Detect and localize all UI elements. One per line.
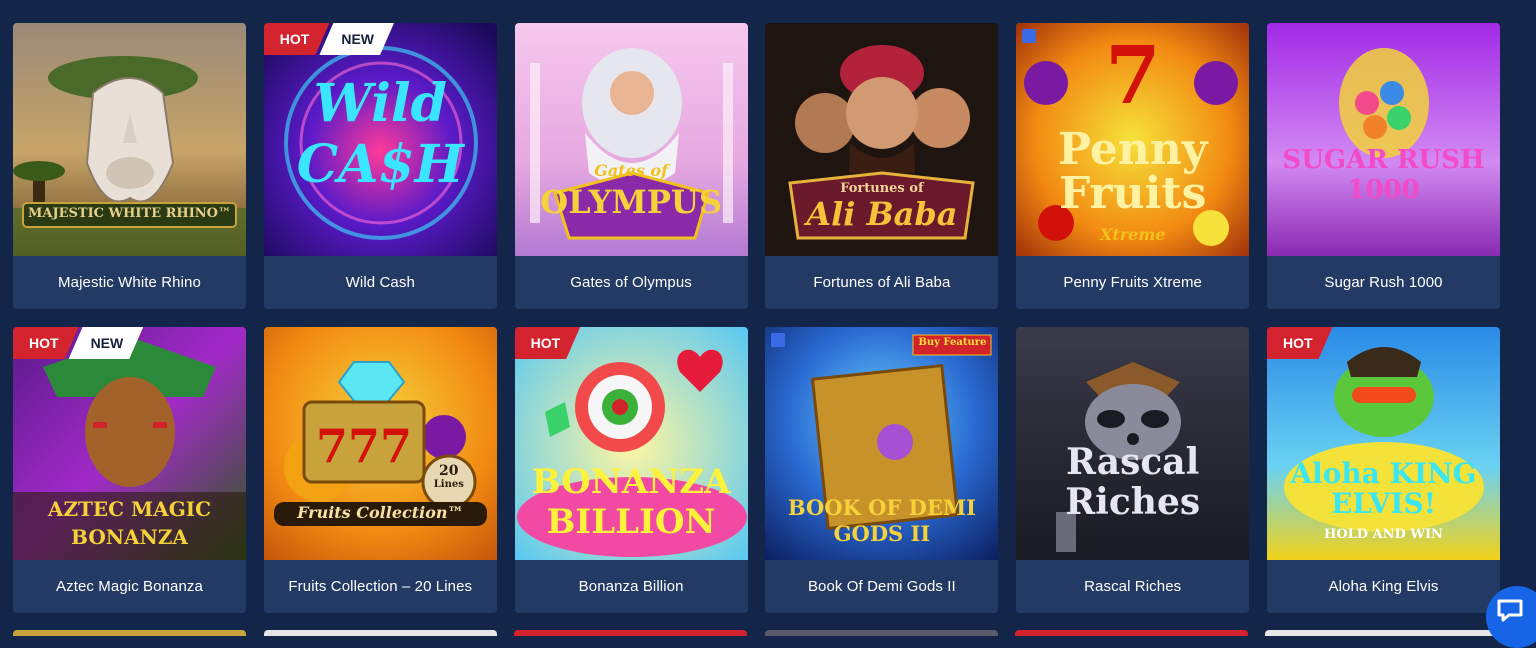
game-card[interactable]: HOT NEW AZTEC MAGIC BONANZA Aztec Magic … xyxy=(13,327,246,613)
game-card[interactable]: HOT Aloha KING ELVIS! HOLD AND WIN Aloha… xyxy=(1266,327,1500,613)
game-logo: MAJESTIC WHITE RHINO™ xyxy=(28,206,231,221)
game-title[interactable]: Fortunes of Ali Baba xyxy=(765,256,998,309)
rhino-art xyxy=(13,23,246,256)
chat-bubble-icon xyxy=(1497,599,1523,622)
game-logo-sub: HOLD AND WIN xyxy=(1324,527,1443,542)
game-thumbnail[interactable]: MAJESTIC WHITE RHINO™ xyxy=(13,23,246,256)
game-thumbnail[interactable]: Rascal Riches xyxy=(1016,327,1250,560)
badge-group: HOT NEW xyxy=(13,327,143,359)
next-row-card-strip[interactable] xyxy=(1015,630,1248,636)
next-row-card-strip[interactable] xyxy=(13,630,246,636)
game-thumbnail[interactable]: Wild CA$H xyxy=(263,23,497,256)
game-thumbnail[interactable]: SUGAR RUSH 1000 xyxy=(1266,23,1500,256)
badge-group: HOT xyxy=(515,327,581,359)
game-card[interactable]: MAJESTIC WHITE RHINO™ Majestic White Rhi… xyxy=(13,23,246,309)
game-card[interactable]: 777 20 Lines Fruits Collection™ Fruits C… xyxy=(263,327,497,613)
lines-count: 20 xyxy=(439,463,459,479)
game-card[interactable]: HOT BONANZA BILLION Bonanza Billion xyxy=(514,327,748,613)
game-logo: SUGAR RUSH 1000 xyxy=(1282,145,1485,205)
game-logo: Penny Fruits xyxy=(1057,124,1208,219)
next-row-card-strip[interactable] xyxy=(765,630,998,636)
game-title[interactable]: Aztec Magic Bonanza xyxy=(13,560,246,613)
game-logo: Ali Baba xyxy=(806,195,958,233)
game-title[interactable]: Majestic White Rhino xyxy=(13,256,246,309)
game-logo: Rascal Riches xyxy=(1065,441,1201,523)
game-title[interactable]: Book Of Demi Gods II xyxy=(765,560,998,613)
game-grid: MAJESTIC WHITE RHINO™ Majestic White Rhi… xyxy=(13,23,1500,613)
fruits-collection-art: 777 xyxy=(263,327,497,560)
game-card[interactable]: Gates of OLYMPUS Gates of Olympus xyxy=(514,23,748,309)
game-thumbnail[interactable]: 777 20 Lines Fruits Collection™ xyxy=(263,327,497,560)
zeus-art xyxy=(514,23,748,256)
game-thumbnail[interactable]: Buy Feature BOOK OF DEMI GODS II xyxy=(765,327,999,560)
game-logo: AZTEC MAGIC BONANZA xyxy=(47,497,212,549)
buy-feature-label: Buy Feature xyxy=(918,337,987,348)
game-card[interactable]: Rascal Riches Rascal Riches xyxy=(1016,327,1250,613)
badge-group: HOT xyxy=(1267,327,1333,359)
new-badge: NEW xyxy=(69,327,144,359)
badge-group: HOT NEW xyxy=(264,23,394,55)
game-card[interactable]: HOT NEW Wild CA$H Wild Cash xyxy=(263,23,497,309)
game-title[interactable]: Bonanza Billion xyxy=(515,560,748,613)
game-logo: OLYMPUS xyxy=(540,183,722,221)
game-title[interactable]: Gates of Olympus xyxy=(515,256,748,309)
game-logo-top: Fortunes of xyxy=(840,181,924,196)
game-title[interactable]: Rascal Riches xyxy=(1016,560,1249,613)
game-logo: BOOK OF DEMI GODS II xyxy=(787,495,976,546)
sugar-rush-art xyxy=(1266,23,1500,256)
game-thumbnail[interactable]: BONANZA BILLION xyxy=(514,327,748,560)
game-logo: Fruits Collection™ xyxy=(297,503,464,522)
svg-text:777: 777 xyxy=(316,419,412,473)
next-row-card-strip[interactable] xyxy=(1265,630,1498,636)
game-logo: Wild CA$H xyxy=(296,73,464,195)
game-card[interactable]: SUGAR RUSH 1000 Sugar Rush 1000 xyxy=(1266,23,1500,309)
game-card[interactable]: Fortunes of Ali Baba Fortunes of Ali Bab… xyxy=(765,23,999,309)
next-row-card-strip[interactable] xyxy=(514,630,747,636)
game-thumbnail[interactable]: Gates of OLYMPUS xyxy=(514,23,748,256)
hot-badge: HOT xyxy=(515,327,581,359)
game-logo: BONANZA BILLION xyxy=(531,462,731,542)
game-thumbnail[interactable]: Fortunes of Ali Baba xyxy=(765,23,999,256)
game-logo: Aloha KING ELVIS! xyxy=(1290,457,1477,520)
game-card[interactable]: Buy Feature BOOK OF DEMI GODS II Book Of… xyxy=(765,327,999,613)
game-card[interactable]: 7 Penny Fruits Xtreme Penny Fruits Xtrem… xyxy=(1016,23,1250,309)
new-badge: NEW xyxy=(319,23,394,55)
game-title[interactable]: Wild Cash xyxy=(264,256,497,309)
game-thumbnail[interactable]: Aloha KING ELVIS! HOLD AND WIN xyxy=(1266,327,1500,560)
game-title[interactable]: Aloha King Elvis xyxy=(1267,560,1500,613)
hot-badge: HOT xyxy=(1267,327,1333,359)
next-row-card-strip[interactable] xyxy=(264,630,497,636)
game-title[interactable]: Sugar Rush 1000 xyxy=(1267,256,1500,309)
hot-badge: HOT xyxy=(264,23,330,55)
elvis-frog-art xyxy=(1266,327,1500,560)
game-thumbnail[interactable]: 7 Penny Fruits Xtreme xyxy=(1016,23,1250,256)
game-title[interactable]: Penny Fruits Xtreme xyxy=(1016,256,1249,309)
svg-text:7: 7 xyxy=(1105,28,1161,122)
game-title[interactable]: Fruits Collection – 20 Lines xyxy=(264,560,497,613)
game-logo-sub: Xtreme xyxy=(1099,225,1166,244)
chat-button[interactable] xyxy=(1486,586,1536,648)
hot-badge: HOT xyxy=(13,327,79,359)
game-logo-top: Gates of xyxy=(594,161,668,180)
lines-label: Lines xyxy=(433,479,464,490)
game-thumbnail[interactable]: AZTEC MAGIC BONANZA xyxy=(13,327,246,560)
